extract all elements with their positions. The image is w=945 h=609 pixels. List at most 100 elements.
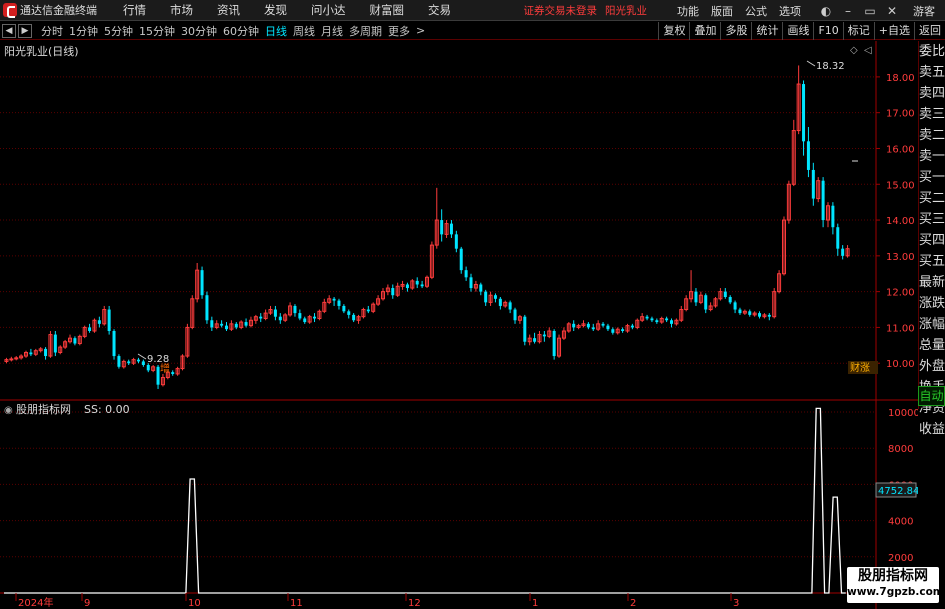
next-arrow-icon[interactable]: ▶ <box>18 23 32 38</box>
high-marker: 18.32 <box>806 60 845 72</box>
side-item[interactable]: 买三 <box>919 209 945 230</box>
side-item[interactable]: 涨跌 <box>919 293 945 314</box>
period-monthly[interactable]: 月线 <box>318 23 346 39</box>
candle-body <box>733 302 737 310</box>
candle-body <box>146 365 150 371</box>
skin-icon[interactable]: ◐ <box>815 4 837 18</box>
menu-formula[interactable]: 公式 <box>739 3 773 19</box>
time-tick-label: 2 <box>630 598 636 609</box>
login-status[interactable]: 证券交易未登录 <box>524 3 598 18</box>
period-daily[interactable]: 日线 <box>262 23 290 39</box>
f10-button[interactable]: F10 <box>813 22 842 40</box>
current-stock-name: 阳光乳业 <box>605 5 647 17</box>
toolbar-right: 复权 叠加 多股 统计 画线 F10 标记 +自选 返回 <box>658 22 945 40</box>
maximize-icon[interactable]: ▭ <box>859 4 881 18</box>
side-item[interactable]: 外盘 <box>919 356 945 377</box>
period-5min[interactable]: 5分钟 <box>101 23 136 39</box>
menu-item-quotes[interactable]: 行情 <box>111 2 158 18</box>
candle-body <box>107 309 111 331</box>
close-icon[interactable]: ✕ <box>881 4 903 18</box>
price-tick-label: 11.00 <box>886 323 915 334</box>
candle-body <box>513 309 517 321</box>
period-more[interactable]: 更多 <box>385 23 413 39</box>
menu-function[interactable]: 功能 <box>671 3 705 19</box>
minimize-icon[interactable]: – <box>837 4 859 18</box>
candle-body <box>630 325 634 328</box>
diamond-icon[interactable]: ◇ <box>850 45 858 56</box>
candle-body <box>234 323 238 328</box>
side-item[interactable]: 卖一 <box>919 146 945 167</box>
side-item[interactable]: 收益 <box>919 419 945 440</box>
candle-body <box>298 313 302 319</box>
mark-button[interactable]: 标记 <box>842 22 874 40</box>
menu-item-wealth-circle[interactable]: 财富圈 <box>358 2 417 18</box>
price-tick-label: 18.00 <box>886 73 915 84</box>
side-item[interactable]: 最新 <box>919 272 945 293</box>
side-item[interactable]: 总量 <box>919 335 945 356</box>
overlay-button[interactable]: 叠加 <box>689 22 720 40</box>
user-guest[interactable]: 游客 <box>913 3 935 19</box>
auto-button[interactable]: 自动 <box>918 386 945 406</box>
candle-body <box>415 280 419 285</box>
collapse-icon[interactable]: ◁ <box>864 45 872 56</box>
menu-item-market[interactable]: 市场 <box>158 2 205 18</box>
menu-item-ask[interactable]: 问小达 <box>299 2 358 18</box>
candle-body <box>352 314 356 321</box>
candle-body <box>469 277 473 289</box>
candle-body <box>225 325 229 330</box>
side-item[interactable]: 卖三 <box>919 104 945 125</box>
restore-rights-button[interactable]: 复权 <box>658 22 689 40</box>
menu-options[interactable]: 选项 <box>773 3 807 19</box>
candle-layer <box>4 65 858 389</box>
ss-series-line <box>4 407 846 594</box>
finance-badge[interactable]: 财涨 <box>850 361 870 374</box>
back-button[interactable]: 返回 <box>914 22 945 40</box>
candle-body <box>479 284 483 292</box>
side-item[interactable]: 买一 <box>919 167 945 188</box>
add-watchlist-button[interactable]: +自选 <box>873 22 914 40</box>
watermark-title: 股朋指标网 <box>858 568 928 584</box>
candle-body <box>484 291 488 303</box>
stats-button[interactable]: 统计 <box>751 22 782 40</box>
side-item[interactable]: 卖五 <box>919 62 945 83</box>
side-item[interactable]: 卖四 <box>919 83 945 104</box>
candle-body <box>347 311 351 315</box>
candle-body <box>127 361 131 364</box>
side-item[interactable]: 买二 <box>919 188 945 209</box>
price-tick-label: 10.00 <box>886 359 915 370</box>
side-item[interactable]: 涨幅 <box>919 314 945 335</box>
menu-item-news[interactable]: 资讯 <box>205 2 252 18</box>
prev-arrow-icon[interactable]: ◀ <box>2 23 16 38</box>
period-60min[interactable]: 60分钟 <box>220 23 262 39</box>
menu-item-discover[interactable]: 发现 <box>252 2 299 18</box>
side-item[interactable]: 买五 <box>919 251 945 272</box>
side-item[interactable]: 委比 <box>919 41 945 62</box>
candle-body <box>366 309 370 312</box>
time-tick-label: 3 <box>733 598 739 609</box>
more-chevron-icon[interactable]: > <box>413 24 428 37</box>
candle-body <box>97 320 101 324</box>
time-tick-label: 11 <box>290 598 303 609</box>
candle-body <box>9 358 14 361</box>
period-15min[interactable]: 15分钟 <box>136 23 178 39</box>
candle-body <box>572 323 576 328</box>
candle-body <box>313 316 317 319</box>
multi-stock-button[interactable]: 多股 <box>720 22 751 40</box>
period-1min[interactable]: 1分钟 <box>66 23 101 39</box>
chart-area[interactable]: 18.00 17.00 16.00 15.00 14.00 13.00 12.00 11.00… <box>0 41 918 609</box>
candle-body <box>440 220 444 235</box>
menu-layout[interactable]: 版面 <box>705 3 739 19</box>
candle-body <box>337 300 341 306</box>
side-item[interactable]: 卖二 <box>919 125 945 146</box>
side-item[interactable]: 买四 <box>919 230 945 251</box>
period-multi[interactable]: 多周期 <box>346 23 385 39</box>
candle-body <box>650 318 654 321</box>
period-weekly[interactable]: 周线 <box>290 23 318 39</box>
draw-line-button[interactable]: 画线 <box>782 22 813 40</box>
toolbar: ◀ ▶ 分时 1分钟 5分钟 15分钟 30分钟 60分钟 日线 周线 月线 多… <box>0 22 945 40</box>
menu-item-trade[interactable]: 交易 <box>416 2 463 18</box>
increase-badge[interactable]: 增 <box>160 362 170 375</box>
period-30min[interactable]: 30分钟 <box>178 23 220 39</box>
indicator-toggle-icon[interactable]: ◉ <box>4 405 13 416</box>
period-intraday[interactable]: 分时 <box>38 23 66 39</box>
